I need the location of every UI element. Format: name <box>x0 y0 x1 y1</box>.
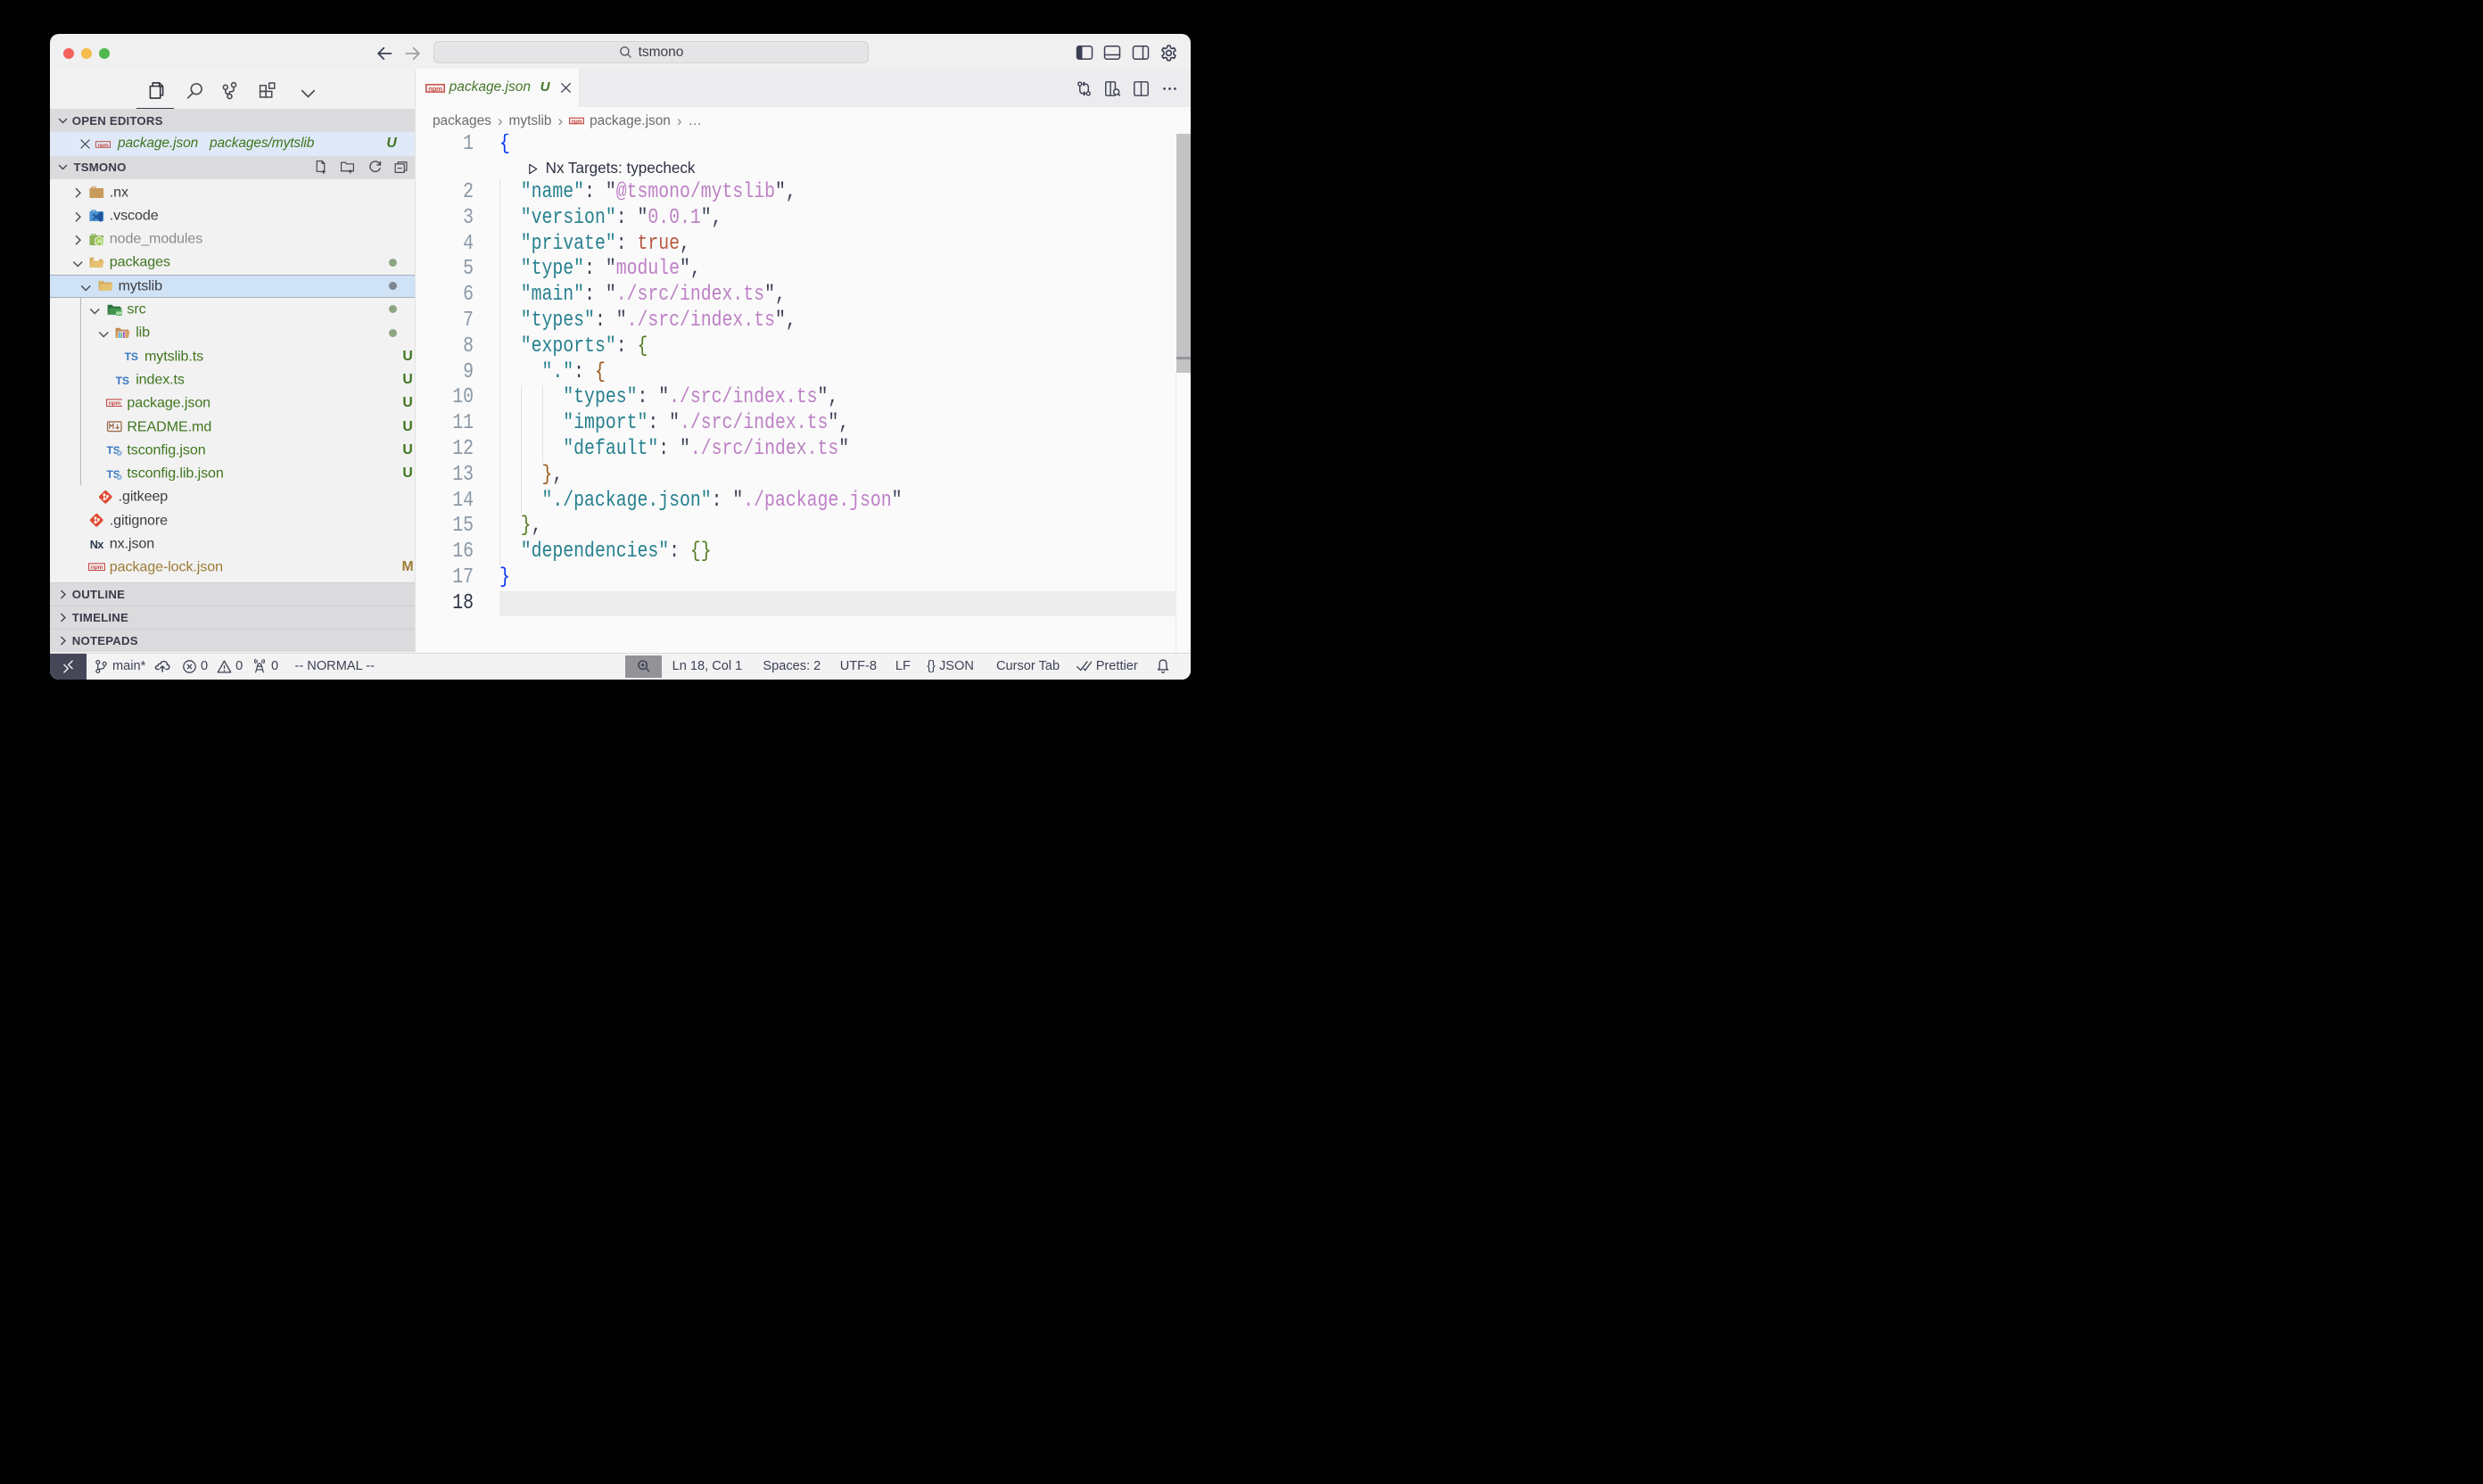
svg-text:TS: TS <box>116 374 129 386</box>
svg-text:Nx: Nx <box>90 538 104 551</box>
svg-text:npm: npm <box>98 144 109 149</box>
svg-text:npm: npm <box>429 85 443 93</box>
svg-text:npm: npm <box>572 120 582 125</box>
svg-text:npm: npm <box>91 565 103 571</box>
svg-text:JS: JS <box>96 239 103 244</box>
svg-text:npm: npm <box>108 400 120 407</box>
svg-text:TS: TS <box>125 350 138 363</box>
